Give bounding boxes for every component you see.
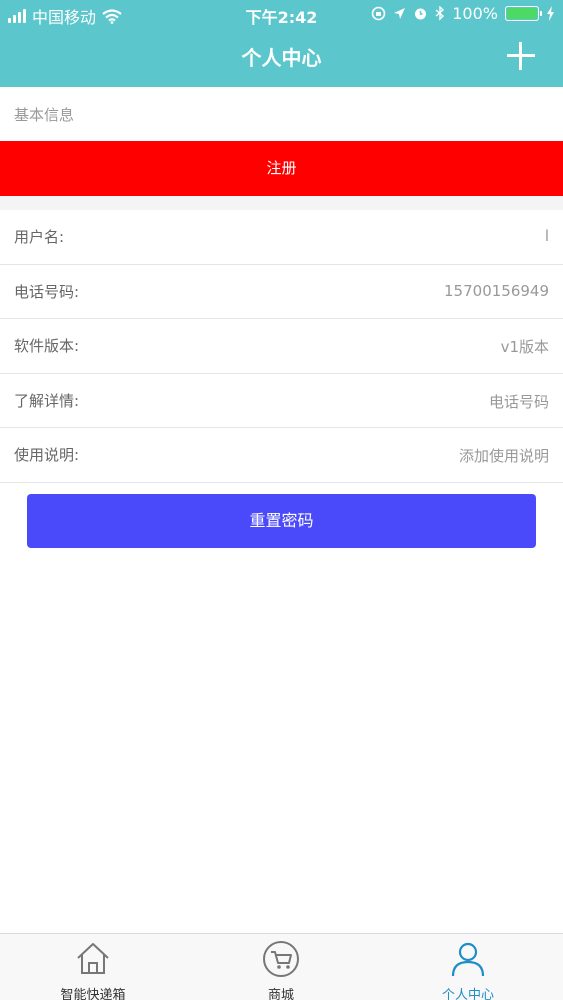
info-value: v1版本 [500, 338, 549, 356]
info-value: 电话号码 [488, 392, 549, 411]
page-title: 个人中心 [241, 46, 322, 70]
tab-label: 个人中心 [441, 988, 494, 1000]
alarm-icon [415, 8, 427, 20]
info-row-details[interactable]: 了解详情: 电话号码 [0, 374, 563, 428]
screen-rotation-lock-icon [371, 6, 386, 21]
status-bar: 中国移动 下午2:42 100% [0, 0, 563, 30]
tab-mall[interactable]: 商城 [211, 940, 351, 1000]
user-icon [451, 942, 485, 977]
home-icon [77, 943, 109, 974]
info-value: 添加使用说明 [458, 447, 549, 465]
info-value: l [544, 227, 549, 245]
charging-icon [547, 6, 554, 21]
info-value: 15700156949 [444, 281, 549, 300]
register-button[interactable]: 注册 [0, 141, 563, 196]
info-row-version[interactable]: 软件版本: v1版本 [0, 319, 563, 374]
app-header: 中国移动 下午2:42 100% 个人中心 [0, 0, 563, 87]
add-button[interactable] [507, 42, 535, 70]
tab-profile[interactable]: 个人中心 [398, 940, 538, 1000]
bluetooth-icon [435, 6, 445, 21]
section-title: 基本信息 [14, 106, 75, 124]
info-label: 电话号码: [14, 282, 80, 301]
battery-percent: 100% [452, 4, 498, 23]
tab-smart-locker[interactable]: 智能快递箱 [23, 940, 163, 1000]
reset-password-button[interactable]: 重置密码 [27, 494, 536, 548]
location-icon [394, 8, 406, 19]
battery-icon [505, 6, 542, 21]
tab-label: 智能快递箱 [60, 988, 126, 1000]
info-list: 用户名: l 电话号码: 15700156949 软件版本: v1版本 了解详情… [0, 210, 563, 483]
cart-icon [263, 941, 299, 977]
tab-bar: 智能快递箱 商城 个人中心 [0, 933, 563, 1000]
info-row-phone[interactable]: 电话号码: 15700156949 [0, 265, 563, 319]
info-label: 使用说明: [14, 446, 80, 464]
info-label: 软件版本: [14, 337, 80, 355]
section-divider [0, 196, 563, 210]
info-row-username[interactable]: 用户名: l [0, 210, 563, 265]
info-label: 了解详情: [14, 391, 80, 410]
status-right: 100% [371, 4, 555, 23]
info-row-instructions[interactable]: 使用说明: 添加使用说明 [0, 428, 563, 483]
tab-label: 商城 [267, 988, 294, 1000]
info-label: 用户名: [14, 228, 65, 246]
